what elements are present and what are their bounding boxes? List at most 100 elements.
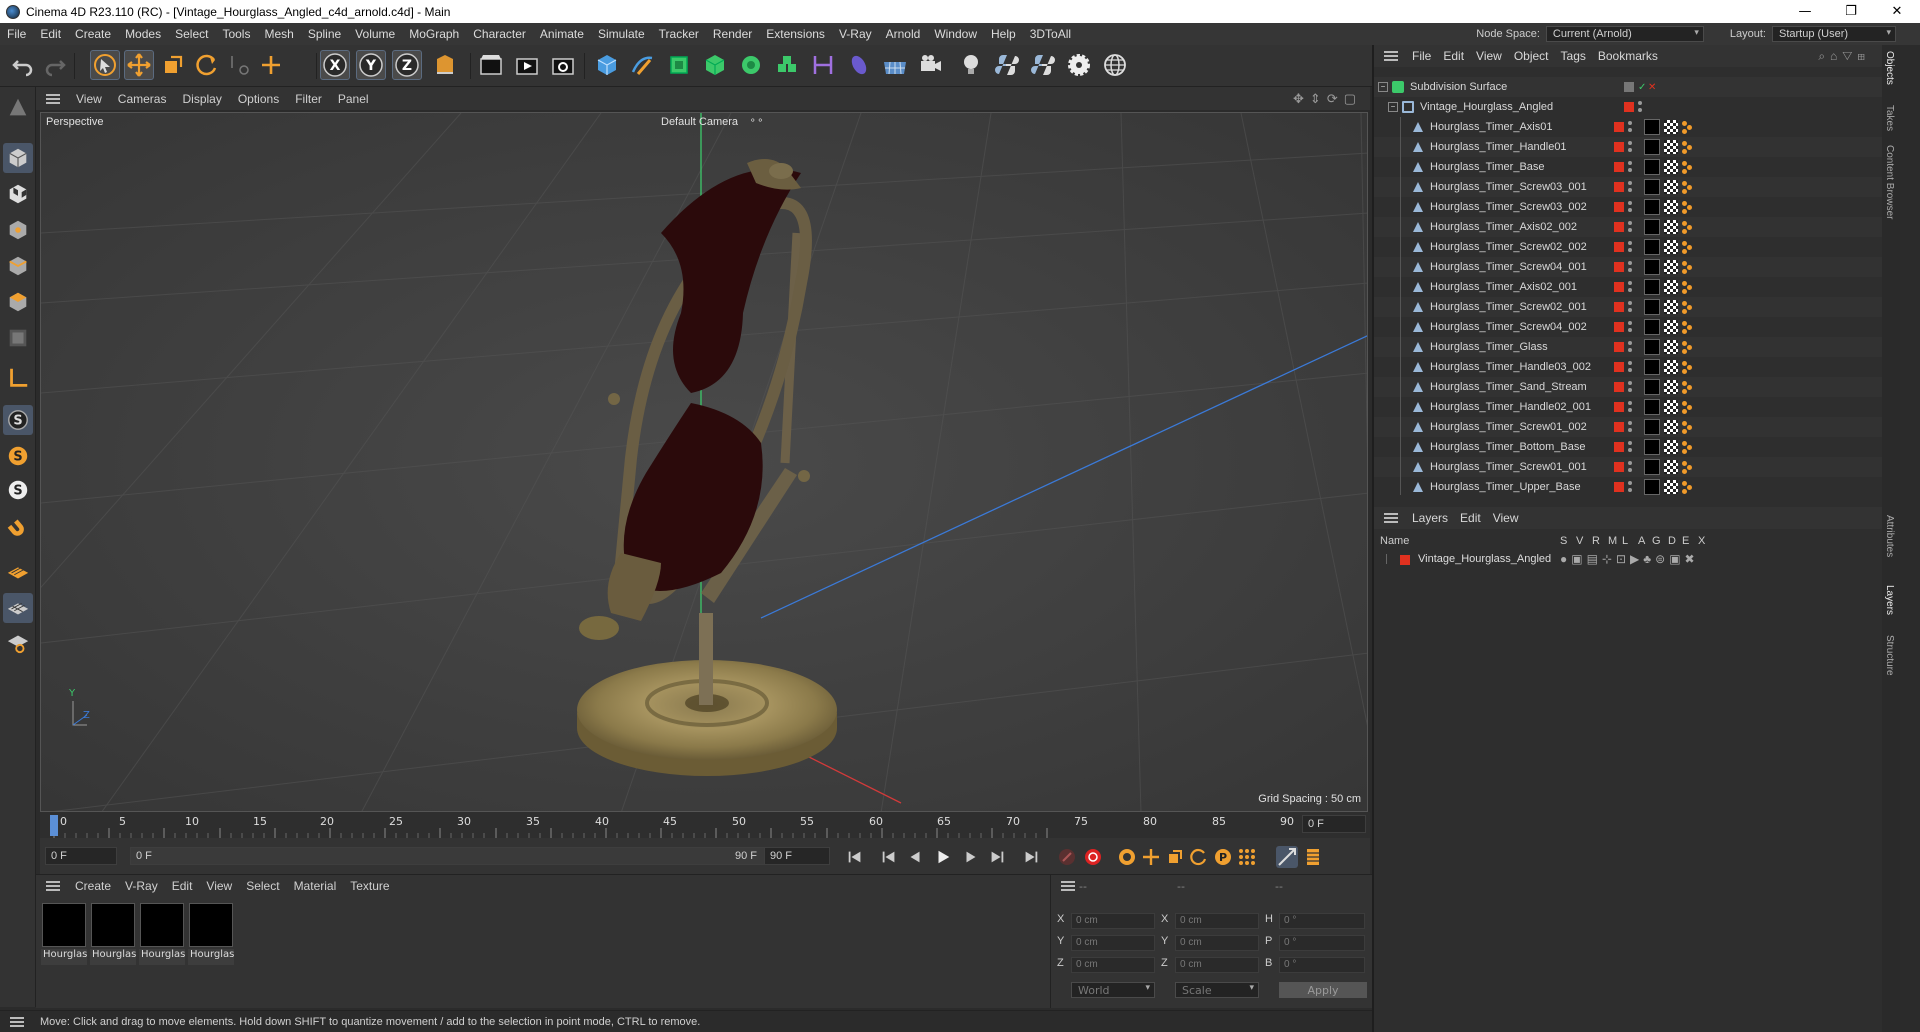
viewport-menu-view[interactable]: View: [68, 92, 110, 106]
viewport-menu-cameras[interactable]: Cameras: [110, 92, 175, 106]
menu-select[interactable]: Select: [168, 27, 215, 41]
object-row-child[interactable]: Hourglass_Timer_Screw03_002: [1374, 197, 1884, 217]
material-tag-icon[interactable]: [1644, 439, 1660, 455]
uvw-tag-icon[interactable]: [1664, 200, 1678, 214]
point-level-key-button[interactable]: [1236, 846, 1258, 868]
layer-flag-header[interactable]: X: [1698, 535, 1705, 547]
object-menu-edit[interactable]: Edit: [1437, 49, 1470, 63]
minimize-button[interactable]: —: [1782, 0, 1828, 23]
side-tab-structure[interactable]: Structure: [1884, 635, 1895, 676]
hamburger-menu-icon[interactable]: [46, 93, 60, 104]
lock-workplane-button[interactable]: [3, 627, 33, 657]
visibility-dots-icon[interactable]: [1628, 241, 1632, 253]
position-key-button[interactable]: [1140, 846, 1162, 868]
record-keys-button[interactable]: [1056, 846, 1078, 868]
side-tab-layers[interactable]: Layers: [1884, 585, 1895, 615]
object-menu-bookmarks[interactable]: Bookmarks: [1592, 49, 1664, 63]
next-frame-button[interactable]: [960, 846, 982, 868]
uvw-tag-icon[interactable]: [1664, 320, 1678, 334]
material-menu-edit[interactable]: Edit: [165, 879, 200, 893]
size-z-field[interactable]: 0 cm: [1175, 957, 1259, 973]
object-row-child[interactable]: Hourglass_Timer_Screw03_001: [1374, 177, 1884, 197]
material-tag-icon[interactable]: [1644, 379, 1660, 395]
render-view-button[interactable]: [512, 50, 542, 80]
texture-mode-button[interactable]: [3, 179, 33, 209]
rotation-h-field[interactable]: 0 °: [1279, 913, 1365, 929]
rotation-p-field[interactable]: 0 °: [1279, 935, 1365, 951]
visibility-dots-icon[interactable]: [1628, 321, 1632, 333]
visibility-dots-icon[interactable]: [1638, 101, 1642, 113]
scale-key-button[interactable]: [1164, 846, 1186, 868]
phong-tag-icon[interactable]: [1682, 200, 1694, 214]
previous-key-button[interactable]: [878, 846, 900, 868]
coordinate-space-dropdown[interactable]: World ▾: [1071, 982, 1155, 998]
hamburger-menu-icon[interactable]: [46, 881, 60, 891]
menu-render[interactable]: Render: [706, 27, 759, 41]
object-row-child[interactable]: Hourglass_Timer_Sand_Stream: [1374, 377, 1884, 397]
visibility-dots-icon[interactable]: [1628, 201, 1632, 213]
visibility-dots-icon[interactable]: [1628, 361, 1632, 373]
menu-tools[interactable]: Tools: [215, 27, 257, 41]
layer-color-swatch[interactable]: [1400, 555, 1410, 565]
object-menu-object[interactable]: Object: [1508, 49, 1555, 63]
layer-row[interactable]: Vintage_Hourglass_Angled ●▣▤⊹⊡▶♣⊜▣✖: [1374, 551, 1884, 569]
grid-button[interactable]: [3, 593, 33, 623]
material-tag-icon[interactable]: [1644, 119, 1660, 135]
field-button[interactable]: [844, 50, 874, 80]
layer-flag-header[interactable]: M: [1608, 535, 1617, 547]
material-tag-icon[interactable]: [1644, 219, 1660, 235]
uvw-tag-icon[interactable]: [1664, 120, 1678, 134]
visibility-dots-icon[interactable]: [1628, 181, 1632, 193]
uvw-tag-icon[interactable]: [1664, 480, 1678, 494]
layer-flag-icons[interactable]: ●▣▤⊹⊡▶♣⊜▣✖: [1560, 552, 1699, 566]
phong-tag-icon[interactable]: [1682, 140, 1694, 154]
model-mode-button[interactable]: [3, 143, 33, 173]
layer-menu-view[interactable]: View: [1487, 511, 1525, 525]
uvw-tag-icon[interactable]: [1664, 380, 1678, 394]
workplane-button[interactable]: [3, 557, 33, 587]
material-tag-icon[interactable]: [1644, 179, 1660, 195]
object-menu-file[interactable]: File: [1406, 49, 1437, 63]
material-tag-icon[interactable]: [1644, 319, 1660, 335]
object-row-child[interactable]: Hourglass_Timer_Axis02_001: [1374, 277, 1884, 297]
object-row-child[interactable]: Hourglass_Timer_Screw02_002: [1374, 237, 1884, 257]
menu-window[interactable]: Window: [927, 27, 984, 41]
menu-spline[interactable]: Spline: [301, 27, 348, 41]
visibility-dots-icon[interactable]: [1628, 441, 1632, 453]
layer-flag-header[interactable]: V: [1576, 535, 1583, 547]
go-to-start-button[interactable]: [844, 846, 866, 868]
x-axis-lock-button[interactable]: X: [320, 50, 350, 80]
enable-check-icon[interactable]: ✓: [1638, 82, 1646, 93]
visibility-dots-icon[interactable]: [1628, 221, 1632, 233]
material-menu-vray[interactable]: V-Ray: [118, 879, 165, 893]
object-row-child[interactable]: Hourglass_Timer_Screw04_001: [1374, 257, 1884, 277]
menu-tracker[interactable]: Tracker: [652, 27, 706, 41]
cube-primitive-button[interactable]: [592, 50, 622, 80]
side-tab-attributes[interactable]: Attributes: [1884, 515, 1895, 557]
visibility-dots-icon[interactable]: [1628, 141, 1632, 153]
material-swatch[interactable]: Hourglas: [188, 903, 234, 965]
visibility-dots-icon[interactable]: [1628, 121, 1632, 133]
visibility-dots-icon[interactable]: [1628, 481, 1632, 493]
visibility-dots-icon[interactable]: [1628, 381, 1632, 393]
3d-viewport[interactable]: Y Z Perspective Default Camera ⚬⚬ Grid S…: [40, 112, 1368, 812]
size-x-field[interactable]: 0 cm: [1175, 913, 1259, 929]
visibility-dots-icon[interactable]: [1628, 421, 1632, 433]
uvw-tag-icon[interactable]: [1664, 460, 1678, 474]
current-frame-field[interactable]: 0 F: [1302, 815, 1366, 833]
menu-mesh[interactable]: Mesh: [257, 27, 300, 41]
phong-tag-icon[interactable]: [1682, 260, 1694, 274]
layer-flag-header[interactable]: D: [1668, 535, 1676, 547]
go-to-end-button[interactable]: [1020, 846, 1042, 868]
camera-link-icon[interactable]: ⚬⚬: [749, 115, 764, 126]
mograph-button[interactable]: [772, 50, 802, 80]
material-tag-icon[interactable]: [1644, 459, 1660, 475]
phong-tag-icon[interactable]: [1682, 220, 1694, 234]
menu-simulate[interactable]: Simulate: [591, 27, 652, 41]
uv-mode-button[interactable]: [3, 323, 33, 353]
z-axis-lock-button[interactable]: Z: [392, 50, 422, 80]
coordinate-system-button[interactable]: [256, 50, 286, 80]
visibility-dots-icon[interactable]: [1628, 401, 1632, 413]
motion-system-button[interactable]: [1276, 846, 1298, 868]
visibility-dots-icon[interactable]: [1628, 341, 1632, 353]
